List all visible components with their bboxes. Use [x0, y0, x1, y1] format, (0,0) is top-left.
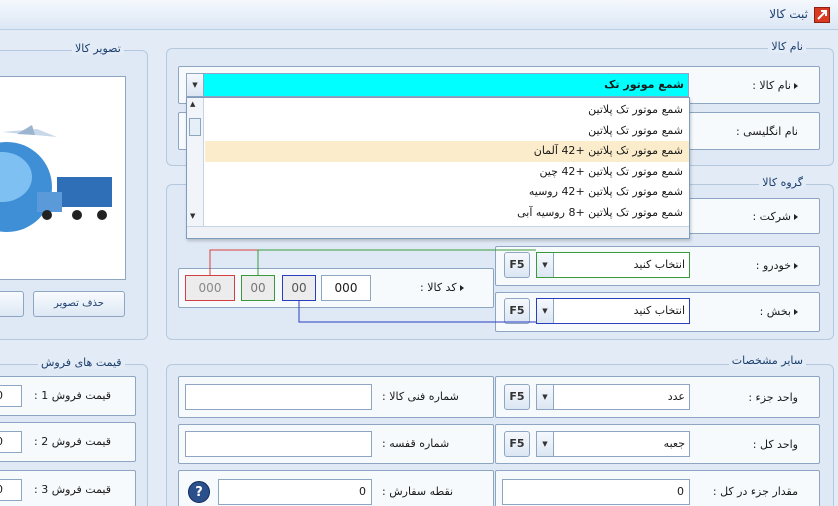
price-value-3[interactable]: 0	[0, 483, 3, 496]
reorder-input[interactable]: 0	[218, 479, 372, 505]
other-specs-legend: سایر مشخصات	[728, 354, 806, 367]
product-image-placeholder	[0, 125, 112, 232]
name-autocomplete-dropdown[interactable]: ▲ ▼ شمع موتور تک پلاتین شمع موتور تک پلا…	[186, 97, 690, 239]
dropdown-list: شمع موتور تک پلاتین شمع موتور تک پلاتین …	[205, 100, 689, 223]
part-unit-label: واحد جزء :	[748, 391, 798, 404]
dropdown-scrollbar[interactable]: ▲ ▼	[187, 98, 204, 226]
scroll-up-icon[interactable]: ▲	[190, 100, 195, 108]
part-unit-f5-button[interactable]: F5	[504, 384, 530, 410]
price-label-3: قیمت فروش 3 :	[34, 483, 112, 496]
sale-prices-legend: قیمت های فروش	[38, 356, 125, 369]
shelf-number-input[interactable]	[185, 431, 372, 457]
price-input-1[interactable]: 0	[0, 385, 22, 407]
dropdown-item[interactable]: شمع موتور تک پلاتین	[205, 100, 689, 121]
tech-number-label: شماره فنی کالا :	[382, 390, 459, 403]
price-label-1: قیمت فروش 1 :	[34, 389, 112, 402]
dropdown-item[interactable]: شمع موتور تک پلاتین	[205, 121, 689, 142]
price-input-2[interactable]: 0	[0, 431, 22, 453]
image-group-legend: تصویر کالا	[72, 42, 124, 55]
part-unit-combobox[interactable]: ▼ عدد	[536, 384, 690, 410]
dropdown-item[interactable]: شمع موتور تک پلاتین +42 روسیه	[205, 182, 689, 203]
help-icon[interactable]: ?	[188, 481, 210, 503]
whole-unit-f5-button[interactable]: F5	[504, 431, 530, 457]
add-image-button[interactable]	[0, 291, 24, 317]
product-image[interactable]	[0, 76, 126, 280]
dropdown-item[interactable]: شمع موتور تک پلاتین +8 روسیه آبی	[205, 203, 689, 224]
dropdown-item[interactable]: شمع موتور تک پلاتین +42 چین	[205, 162, 689, 183]
chevron-down-icon[interactable]: ▼	[537, 385, 554, 409]
reorder-label: نقطه سفارش :	[382, 485, 454, 498]
whole-unit-combobox-value[interactable]: جعبه	[664, 437, 685, 450]
price-input-3[interactable]: 0	[0, 479, 22, 501]
chevron-down-icon[interactable]: ▼	[537, 432, 554, 456]
whole-unit-label: واحد کل :	[752, 438, 798, 451]
scrollbar-thumb[interactable]	[189, 118, 201, 136]
tech-number-input[interactable]	[185, 384, 372, 410]
dropdown-item-highlighted[interactable]: شمع موتور تک پلاتین +42 آلمان	[205, 141, 689, 162]
qty-input[interactable]: 0	[502, 479, 690, 505]
dropdown-resize-grip[interactable]	[187, 226, 689, 238]
qty-label: مقدار جزء در کل :	[712, 485, 798, 498]
whole-unit-combobox[interactable]: ▼ جعبه	[536, 431, 690, 457]
shelf-number-label: شماره قفسه :	[382, 437, 450, 450]
price-value-1[interactable]: 0	[0, 389, 3, 402]
part-unit-combobox-value[interactable]: عدد	[668, 390, 685, 403]
price-label-2: قیمت فروش 2 :	[34, 435, 112, 448]
price-value-2[interactable]: 0	[0, 435, 3, 448]
scroll-down-icon[interactable]: ▼	[190, 212, 195, 220]
delete-image-button[interactable]: حذف تصویر	[33, 291, 125, 317]
